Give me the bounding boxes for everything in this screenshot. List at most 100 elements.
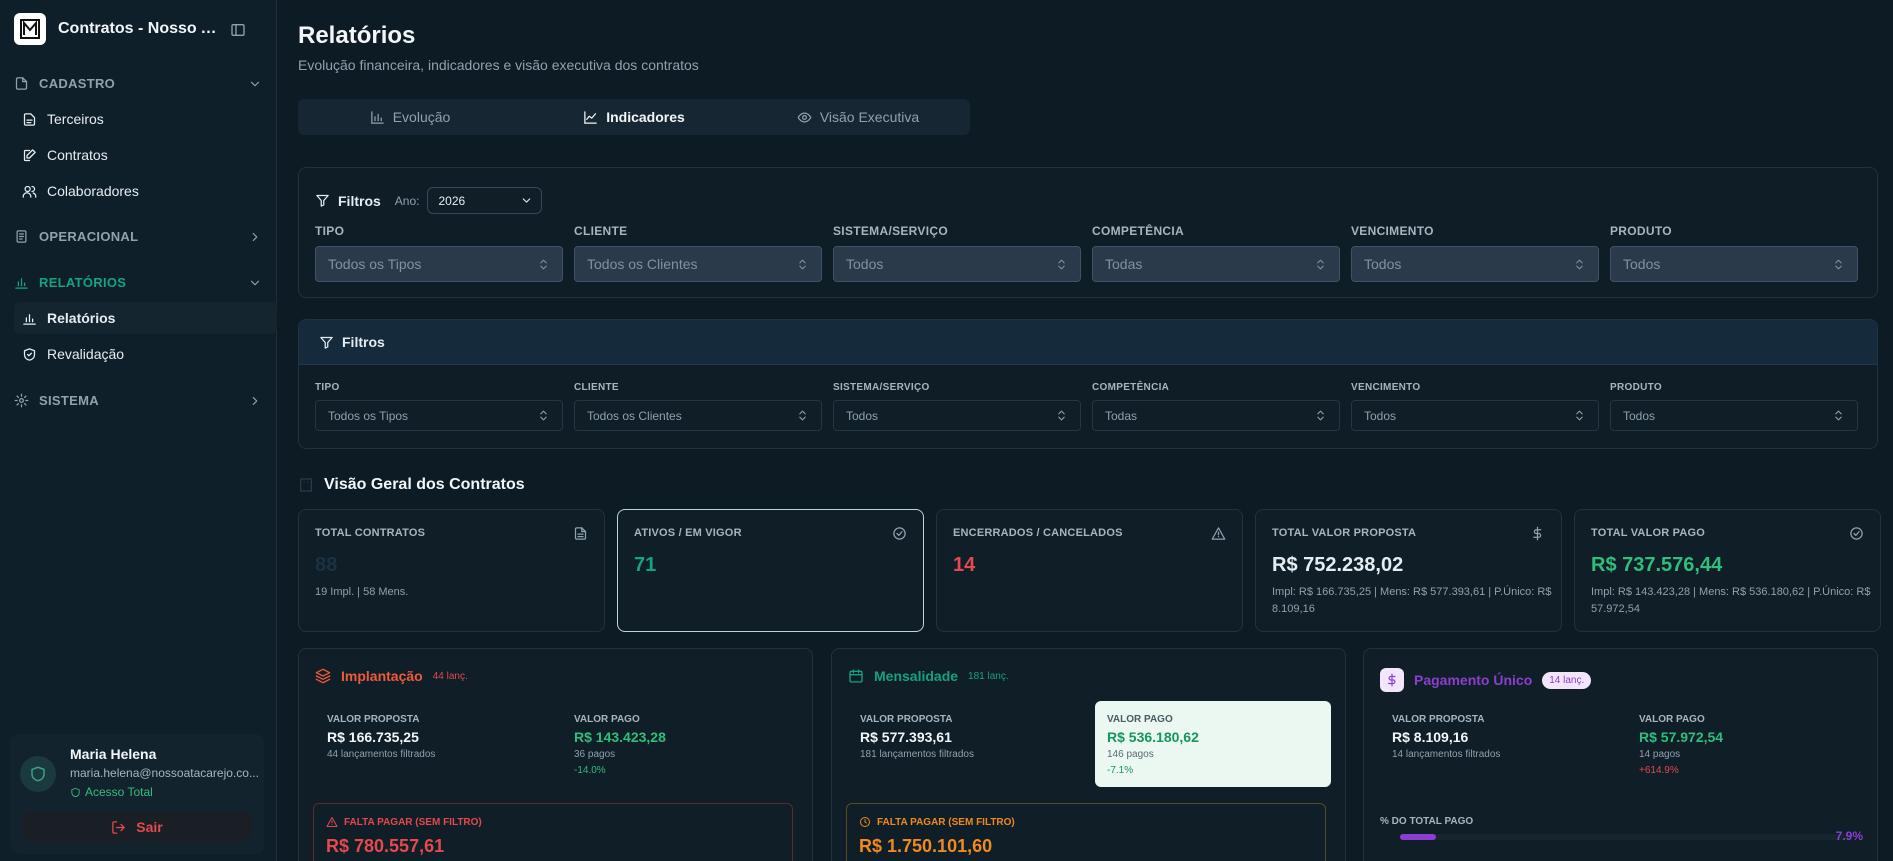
- filter-select[interactable]: Todos os Clientes: [574, 246, 822, 282]
- sidebar-item-terceiros[interactable]: Terceiros: [14, 103, 277, 135]
- tab-indicadores[interactable]: Indicadores: [522, 99, 746, 135]
- kpi-card-total-valor-pago[interactable]: TOTAL VALOR PAGO R$ 737.576,44 Impl: R$ 14…: [1574, 509, 1881, 632]
- card-implantacao: Implantação 44 lanç. VALOR PROPOSTA R$ 1…: [298, 648, 813, 861]
- chevron-down-icon: [250, 81, 260, 87]
- access-label: Acesso Total: [85, 785, 153, 799]
- kpi-card-total-valor-proposta[interactable]: TOTAL VALOR PROPOSTA R$ 752.238,02 Impl: R…: [1255, 509, 1562, 632]
- value: R$ 143.423,28: [574, 729, 666, 745]
- filter-select[interactable]: Todos: [1351, 400, 1599, 431]
- chevron-updown-icon: [540, 410, 547, 421]
- tab-label: Indicadores: [606, 109, 685, 125]
- filter-tipo: TIPO Todos os Tipos: [315, 224, 563, 282]
- falta-label: FALTA PAGAR (SEM FILTRO): [326, 816, 780, 828]
- filter-label: VENCIMENTO: [1351, 224, 1434, 238]
- filter-label: COMPETÊNCIA: [1092, 224, 1184, 238]
- valor-pago: VALOR PAGO R$ 57.972,54 14 pagos +614.9%: [1627, 701, 1863, 787]
- label: VALOR PROPOSTA: [327, 714, 420, 725]
- file-icon: [15, 77, 28, 90]
- page-subtitle: Evolução financeira, indicadores e visão…: [298, 57, 699, 73]
- filter-sistema-serviço: SISTEMA/SERVIÇO Todos: [833, 382, 1081, 431]
- filter-select[interactable]: Todos: [833, 400, 1081, 431]
- filter-label: CLIENTE: [574, 382, 619, 393]
- section-cadastro[interactable]: CADASTRO: [14, 76, 262, 91]
- filter-select[interactable]: Todos: [1610, 246, 1858, 282]
- section-relatorios[interactable]: RELATÓRIOS: [14, 275, 262, 290]
- kpi-value: 71: [634, 554, 657, 576]
- sidebar-item-colaboradores[interactable]: Colaboradores: [14, 175, 277, 207]
- sidebar-item-relatorios[interactable]: Relatórios: [14, 302, 277, 334]
- kpi-value: 14: [953, 554, 976, 576]
- pct: +614.9%: [1639, 765, 1679, 776]
- filter-select[interactable]: Todos os Tipos: [315, 246, 563, 282]
- pct-value: 7.9%: [1835, 829, 1863, 843]
- kpi-label: TOTAL VALOR PROPOSTA: [1272, 527, 1417, 539]
- sidebar-item-revalidacao[interactable]: Revalidação: [14, 338, 277, 370]
- tabs: Evolução Indicadores Visão Executiva: [298, 99, 970, 135]
- filter-value: Todas: [1105, 408, 1138, 423]
- sidebar-item-label: Terceiros: [47, 111, 104, 127]
- filters-header: Filtros: [299, 320, 1877, 365]
- eye-icon: [797, 112, 812, 122]
- shield-icon: [71, 787, 80, 797]
- tab-evolucao[interactable]: Evolução: [298, 99, 522, 135]
- section-label: SISTEMA: [39, 393, 99, 408]
- filter-select[interactable]: Todos os Tipos: [315, 400, 563, 431]
- sidebar-toggle-icon[interactable]: [230, 22, 246, 38]
- filter-select[interactable]: Todos: [1610, 400, 1858, 431]
- avatar: [20, 756, 56, 792]
- filter-competência: COMPETÊNCIA Todas: [1092, 382, 1340, 431]
- card-header: Implantação 44 lanç.: [315, 668, 468, 684]
- filter-select[interactable]: Todas: [1092, 400, 1340, 431]
- label: VALOR PROPOSTA: [1392, 714, 1485, 725]
- chevron-updown-icon: [1317, 410, 1324, 421]
- kpi-label: ATIVOS / EM VIGOR: [634, 527, 742, 539]
- kpi-card-total-contratos[interactable]: TOTAL CONTRATOS 88 19 Impl. | 58 Mens.: [298, 509, 605, 632]
- alert-triangle-icon: [1211, 526, 1226, 541]
- falta-pagar: FALTA PAGAR (SEM FILTRO) R$ 1.750.101,60: [846, 803, 1326, 861]
- filter-select[interactable]: Todos: [833, 246, 1081, 282]
- filter-value: Todos os Clientes: [587, 408, 682, 423]
- falta-pagar: FALTA PAGAR (SEM FILTRO) R$ 780.557,61: [313, 803, 793, 861]
- file-icon: [573, 526, 588, 541]
- label: VALOR PROPOSTA: [860, 714, 953, 725]
- sidebar-item-label: Contratos: [47, 147, 108, 163]
- filter-value: Todos os Tipos: [328, 256, 422, 272]
- card-title: Implantação: [341, 668, 423, 684]
- user-email: maria.helena@nossoatacarejo.co...: [70, 766, 259, 780]
- section-label: RELATÓRIOS: [39, 275, 127, 290]
- sub: 44 lançamentos filtrados: [327, 749, 436, 760]
- pct-label: % DO TOTAL PAGO: [1380, 816, 1474, 827]
- filter-value: Todos os Clientes: [587, 256, 698, 272]
- filter-select[interactable]: Todas: [1092, 246, 1340, 282]
- building-icon: [300, 478, 312, 492]
- user-access: Acesso Total: [70, 785, 153, 799]
- filter-value: Todos: [1364, 408, 1397, 423]
- count-badge: 44 lanç.: [432, 670, 468, 682]
- filter-select[interactable]: Todos os Clientes: [574, 400, 822, 431]
- filter-label: CLIENTE: [574, 224, 628, 238]
- filter-value: Todos: [1364, 256, 1402, 272]
- kpi-card-ativos-em-vigor[interactable]: ATIVOS / EM VIGOR 71: [617, 509, 924, 632]
- filter-select[interactable]: Todos: [1351, 246, 1599, 282]
- section-operacional[interactable]: OPERACIONAL: [14, 229, 262, 244]
- kpi-sub: 19 Impl. | 58 Mens.: [315, 586, 409, 598]
- falta-text: FALTA PAGAR (SEM FILTRO): [877, 816, 1015, 828]
- filter-produto: PRODUTO Todos: [1610, 382, 1858, 431]
- filter-value: Todos: [1623, 408, 1656, 423]
- check-circle-icon: [1849, 526, 1864, 541]
- card-header: Pagamento Único 14 lanç.: [1380, 668, 1592, 692]
- card-header: Mensalidade 181 lanç.: [848, 668, 1009, 684]
- logout-icon: [112, 820, 126, 834]
- tab-visao-executiva[interactable]: Visão Executiva: [746, 99, 970, 135]
- logout-button[interactable]: Sair: [22, 812, 252, 842]
- brand[interactable]: Contratos - Nosso Ata...: [14, 13, 264, 45]
- filter-label: COMPETÊNCIA: [1092, 382, 1170, 393]
- sidebar-item-contratos[interactable]: Contratos: [14, 139, 277, 171]
- filter-label: SISTEMA/SERVIÇO: [833, 224, 948, 238]
- year-select[interactable]: 2026: [427, 187, 543, 214]
- section-sistema[interactable]: SISTEMA: [14, 393, 262, 408]
- filter-value: Todos: [846, 256, 884, 272]
- chevron-updown-icon: [1317, 259, 1324, 269]
- kpi-card-encerrados-cancelados[interactable]: ENCERRADOS / CANCELADOS 14: [936, 509, 1243, 632]
- pct: -14.0%: [574, 765, 606, 776]
